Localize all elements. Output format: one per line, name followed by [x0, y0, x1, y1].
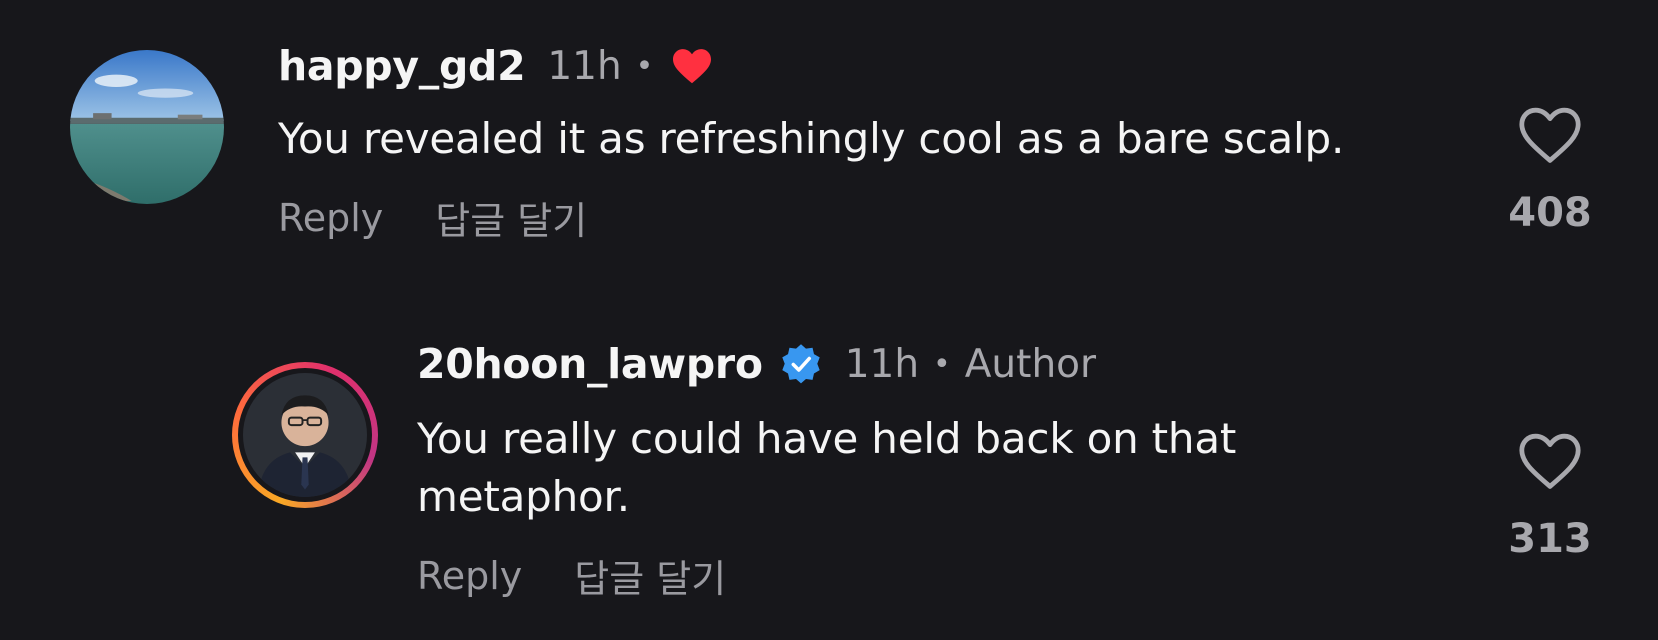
- author-liked-heart-icon: [671, 47, 713, 85]
- avatar[interactable]: [232, 362, 378, 508]
- username[interactable]: 20hoon_lawpro: [417, 340, 763, 388]
- timestamp: 11h: [844, 341, 920, 387]
- comment-meta: 20hoon_lawpro 11h • Author: [417, 336, 1096, 392]
- avatar-portrait-image: [243, 373, 367, 497]
- comment-body: You really could have held back on that …: [417, 410, 1417, 526]
- like-control: 313: [1490, 430, 1610, 562]
- username[interactable]: happy_gd2: [278, 42, 526, 90]
- comment-meta: happy_gd2 11h •: [278, 38, 713, 94]
- comment-text: You really could have held back on that …: [417, 414, 1237, 521]
- comment: happy_gd2 11h • You revealed it as refre…: [0, 0, 1658, 260]
- reply-button-korean[interactable]: 답글 달기: [435, 190, 587, 245]
- like-count: 313: [1508, 516, 1592, 562]
- story-ring: [232, 362, 378, 508]
- heart-outline-icon[interactable]: [1516, 104, 1584, 170]
- verified-badge-icon: [779, 342, 823, 386]
- like-count: 408: [1508, 190, 1592, 236]
- separator-dot: •: [635, 48, 654, 84]
- reply-comment: 20hoon_lawpro 11h • Author You really co…: [0, 330, 1658, 630]
- comment-text: You revealed it as refreshingly cool as …: [278, 114, 1345, 163]
- comment-actions: Reply 답글 달기: [417, 548, 726, 603]
- like-control: 408: [1490, 104, 1610, 236]
- reply-button[interactable]: Reply: [278, 196, 383, 240]
- author-badge: Author: [964, 341, 1097, 387]
- avatar[interactable]: [70, 50, 224, 204]
- timestamp: 11h: [547, 43, 622, 89]
- reply-button[interactable]: Reply: [417, 554, 522, 598]
- comment-actions: Reply 답글 달기: [278, 190, 587, 245]
- heart-outline-icon[interactable]: [1516, 430, 1584, 496]
- avatar-landscape-image: [70, 50, 224, 204]
- comment-body: You revealed it as refreshingly cool as …: [278, 110, 1458, 168]
- comment-thread: happy_gd2 11h • You revealed it as refre…: [0, 0, 1658, 640]
- reply-button-korean[interactable]: 답글 달기: [574, 548, 726, 603]
- separator-dot: •: [933, 346, 951, 382]
